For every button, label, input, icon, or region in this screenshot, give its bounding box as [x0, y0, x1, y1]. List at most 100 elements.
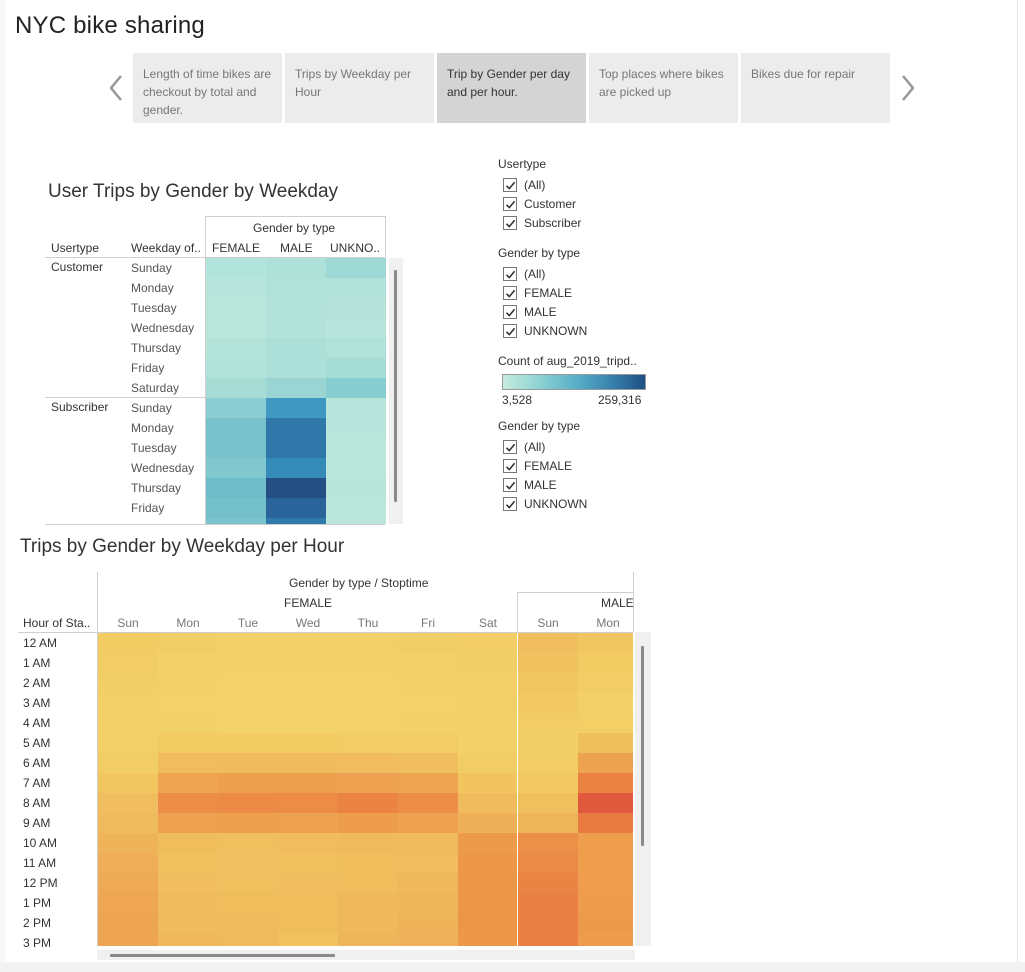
- crosstab-cell[interactable]: [326, 478, 386, 498]
- heatmap-cell[interactable]: [158, 813, 218, 833]
- heatmap-cell[interactable]: [398, 713, 458, 733]
- heatmap-cell[interactable]: [98, 773, 158, 793]
- heatmap-cell[interactable]: [158, 773, 218, 793]
- heatmap-cell[interactable]: [98, 813, 158, 833]
- crosstab-cell[interactable]: [266, 478, 326, 498]
- heatmap-cell[interactable]: [578, 733, 633, 753]
- heatmap-cell[interactable]: [278, 673, 338, 693]
- heatmap-cell[interactable]: [278, 933, 338, 946]
- heatmap-cell[interactable]: [278, 853, 338, 873]
- crosstab-cell[interactable]: [326, 278, 386, 298]
- scrollbar-thumb[interactable]: [641, 646, 644, 846]
- filter-option[interactable]: (All): [503, 439, 545, 455]
- chevron-left-icon[interactable]: [103, 68, 129, 108]
- crosstab-cell[interactable]: [206, 418, 266, 438]
- story-point-trip-by-gender[interactable]: Trip by Gender per day and per hour.: [437, 53, 586, 123]
- heatmap-cell[interactable]: [458, 893, 517, 913]
- heatmap-cell[interactable]: [98, 833, 158, 853]
- heatmap-cell[interactable]: [338, 853, 398, 873]
- female-header[interactable]: FEMALE: [284, 596, 332, 610]
- heatmap-cell[interactable]: [278, 893, 338, 913]
- day-header[interactable]: Thu: [338, 616, 398, 630]
- heatmap-cell[interactable]: [578, 933, 633, 946]
- heatmap-cell[interactable]: [218, 733, 278, 753]
- heatmap-cell[interactable]: [158, 713, 218, 733]
- filter-option[interactable]: (All): [503, 266, 545, 282]
- scrollbar-thumb[interactable]: [394, 270, 397, 502]
- heatmap-cell[interactable]: [398, 853, 458, 873]
- heatmap-cell[interactable]: [98, 913, 158, 933]
- heatmap-cell[interactable]: [578, 853, 633, 873]
- crosstab-cell[interactable]: [266, 438, 326, 458]
- weekday-header[interactable]: Weekday of..: [131, 241, 201, 255]
- heatmap-cell[interactable]: [158, 933, 218, 946]
- crosstab-cell[interactable]: [326, 398, 386, 418]
- heatmap-cell[interactable]: [518, 673, 578, 693]
- heatmap-cell[interactable]: [158, 913, 218, 933]
- heatmap-cell[interactable]: [398, 893, 458, 913]
- heatmap-cell[interactable]: [578, 633, 633, 653]
- story-point-trips-by-weekday[interactable]: Trips by Weekday per Hour: [285, 53, 434, 123]
- day-header[interactable]: Wed: [278, 616, 338, 630]
- heatmap-cell[interactable]: [578, 653, 633, 673]
- story-point-bikes-repair[interactable]: Bikes due for repair: [741, 53, 890, 123]
- checkbox-checked-icon[interactable]: [503, 478, 517, 492]
- heatmap-cell[interactable]: [218, 753, 278, 773]
- day-header[interactable]: Mon: [158, 616, 218, 630]
- heatmap-cell[interactable]: [218, 853, 278, 873]
- heatmap-cell[interactable]: [338, 813, 398, 833]
- heatmap-cell[interactable]: [398, 753, 458, 773]
- heatmap-cell[interactable]: [218, 653, 278, 673]
- col-header-female[interactable]: FEMALE: [212, 241, 260, 255]
- crosstab-cell[interactable]: [206, 398, 266, 418]
- heatmap-cell[interactable]: [98, 793, 158, 813]
- crosstab-cell[interactable]: [266, 298, 326, 318]
- col-header-male[interactable]: MALE: [280, 241, 313, 255]
- heatmap-cell[interactable]: [458, 653, 517, 673]
- heatmap-cell[interactable]: [578, 713, 633, 733]
- heatmap-cell[interactable]: [518, 773, 578, 793]
- heatmap-cell[interactable]: [98, 713, 158, 733]
- heatmap-cell[interactable]: [98, 873, 158, 893]
- day-header[interactable]: Sun: [98, 616, 158, 630]
- heatmap-cell[interactable]: [98, 633, 158, 653]
- chevron-right-icon[interactable]: [895, 68, 921, 108]
- heatmap-cell[interactable]: [218, 773, 278, 793]
- crosstab-cell[interactable]: [266, 378, 326, 398]
- heatmap-cell[interactable]: [278, 733, 338, 753]
- heatmap-cell[interactable]: [398, 873, 458, 893]
- heatmap-cell[interactable]: [338, 833, 398, 853]
- crosstab-cell[interactable]: [326, 518, 386, 524]
- heatmap-cell[interactable]: [158, 653, 218, 673]
- crosstab-cell[interactable]: [326, 258, 386, 278]
- heatmap-cell[interactable]: [278, 793, 338, 813]
- heatmap-cell[interactable]: [398, 773, 458, 793]
- heatmap-cell[interactable]: [458, 713, 517, 733]
- crosstab-cell[interactable]: [206, 518, 266, 524]
- heatmap-cell[interactable]: [458, 913, 517, 933]
- heatmap-cell[interactable]: [458, 773, 517, 793]
- heatmap-cell[interactable]: [278, 913, 338, 933]
- checkbox-checked-icon[interactable]: [503, 459, 517, 473]
- heatmap-cell[interactable]: [458, 733, 517, 753]
- heatmap-cell[interactable]: [98, 893, 158, 913]
- heatmap-cell[interactable]: [458, 673, 517, 693]
- crosstab-cell[interactable]: [206, 438, 266, 458]
- usertype-header[interactable]: Usertype: [51, 241, 99, 255]
- crosstab-cell[interactable]: [206, 318, 266, 338]
- crosstab-cell[interactable]: [326, 358, 386, 378]
- heatmap-cell[interactable]: [338, 653, 398, 673]
- crosstab-cell[interactable]: [206, 478, 266, 498]
- heatmap-cell[interactable]: [338, 893, 398, 913]
- heatmap-cell[interactable]: [398, 693, 458, 713]
- heatmap-cell[interactable]: [338, 633, 398, 653]
- filter-option[interactable]: Subscriber: [503, 215, 581, 231]
- crosstab-cell[interactable]: [326, 378, 386, 398]
- heatmap-cell[interactable]: [278, 713, 338, 733]
- hour-of-start-header[interactable]: Hour of Sta..: [23, 616, 90, 630]
- crosstab-cell[interactable]: [326, 338, 386, 358]
- heatmap-cell[interactable]: [158, 753, 218, 773]
- heatmap-cell[interactable]: [98, 693, 158, 713]
- crosstab-cell[interactable]: [326, 438, 386, 458]
- heatmap-cell[interactable]: [458, 853, 517, 873]
